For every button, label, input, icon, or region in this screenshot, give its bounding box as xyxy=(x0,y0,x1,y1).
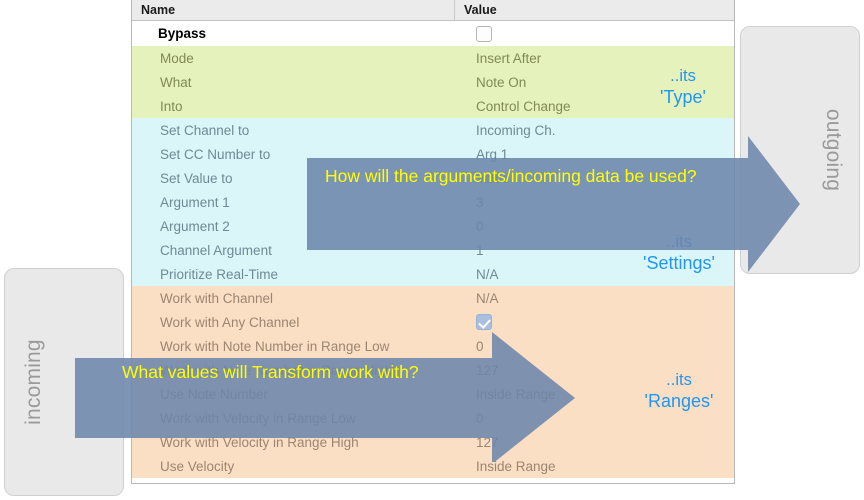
table-row[interactable]: Work with Velocity in Range High 127 xyxy=(132,430,734,454)
row-name: Use Note Number xyxy=(160,386,269,402)
table-row[interactable]: Work with Note Number in Range Low 0 xyxy=(132,334,734,358)
row-value[interactable]: N/A xyxy=(454,267,734,282)
screenshot-root: incoming outgoing Name Value Bypass Mode I… xyxy=(0,0,864,500)
row-name: Mode xyxy=(160,50,194,66)
row-value[interactable]: 1 xyxy=(454,243,734,258)
incoming-panel: incoming xyxy=(4,268,124,496)
row-value[interactable]: Note On xyxy=(454,75,734,90)
table-row[interactable]: Bypass xyxy=(132,21,734,46)
row-name: Argument 1 xyxy=(160,194,230,210)
row-name: Channel Argument xyxy=(160,242,272,258)
row-value[interactable]: 0 xyxy=(454,219,734,234)
column-header-value[interactable]: Value xyxy=(454,0,734,20)
table-row[interactable]: Work with Any Channel xyxy=(132,310,734,334)
table-row[interactable]: Prioritize Real-Time N/A xyxy=(132,262,734,286)
table-row[interactable]: What Note On xyxy=(132,70,734,94)
row-name: Use Velocity xyxy=(160,458,235,474)
row-name: Work with Note Number in Range High xyxy=(160,362,393,378)
table-body: Bypass Mode Insert After What Note On Into Con… xyxy=(132,21,734,478)
row-name: Prioritize Real-Time xyxy=(160,266,279,282)
row-name: Work with Any Channel xyxy=(160,314,300,330)
checkbox-checked-icon[interactable] xyxy=(476,314,492,331)
row-value[interactable]: 127 xyxy=(454,435,734,450)
table-row[interactable]: Channel Argument 1 xyxy=(132,238,734,262)
row-value[interactable]: Arg 1 xyxy=(454,147,734,162)
row-name: Argument 2 xyxy=(160,218,230,234)
parameter-table[interactable]: Name Value Bypass Mode Insert After What Not… xyxy=(131,0,735,484)
row-value[interactable]: Inside Range xyxy=(454,459,734,474)
incoming-panel-label: incoming xyxy=(22,339,45,425)
row-value[interactable]: 3 xyxy=(454,195,734,210)
row-name: Set Value to xyxy=(160,170,233,186)
row-name: Work with Velocity in Range High xyxy=(160,434,359,450)
table-row[interactable]: Work with Velocity in Range Low 0 xyxy=(132,406,734,430)
row-name: Set Channel to xyxy=(160,122,250,138)
table-row[interactable]: Into Control Change xyxy=(132,94,734,118)
table-row[interactable]: Argument 2 0 xyxy=(132,214,734,238)
column-header-name[interactable]: Name xyxy=(132,3,454,17)
row-name: Work with Channel xyxy=(160,290,274,306)
table-row[interactable]: Use Note Number Inside Range xyxy=(132,382,734,406)
checkbox-unchecked-icon[interactable] xyxy=(476,25,492,42)
table-row[interactable]: Mode Insert After xyxy=(132,46,734,70)
row-value[interactable] xyxy=(454,25,734,42)
row-value[interactable]: 0 xyxy=(454,339,734,354)
outgoing-panel: outgoing xyxy=(740,26,860,274)
row-name: Bypass xyxy=(158,26,207,41)
row-value[interactable]: Incoming Ch. xyxy=(454,123,734,138)
table-row[interactable]: Argument 1 3 xyxy=(132,190,734,214)
outgoing-panel-label: outgoing xyxy=(822,108,845,192)
table-row[interactable]: Use Velocity Inside Range xyxy=(132,454,734,478)
row-value[interactable]: 0 xyxy=(454,411,734,426)
table-row[interactable]: Set CC Number to Arg 1 xyxy=(132,142,734,166)
row-name: Into xyxy=(160,98,183,114)
row-name: Set CC Number to xyxy=(160,146,271,162)
row-value[interactable]: Control Change xyxy=(454,99,734,114)
table-row[interactable]: Set Value to Value xyxy=(132,166,734,190)
row-value[interactable]: Insert After xyxy=(454,51,734,66)
table-header: Name Value xyxy=(132,0,734,21)
table-row[interactable]: Work with Channel N/A xyxy=(132,286,734,310)
table-row[interactable]: Work with Note Number in Range High 127 xyxy=(132,358,734,382)
row-value[interactable]: Value xyxy=(454,171,734,186)
row-name: Work with Velocity in Range Low xyxy=(160,410,356,426)
row-name: Work with Note Number in Range Low xyxy=(160,338,390,354)
table-row[interactable]: Set Channel to Incoming Ch. xyxy=(132,118,734,142)
row-value[interactable] xyxy=(454,314,734,331)
row-value[interactable]: 127 xyxy=(454,363,734,378)
row-name: What xyxy=(160,74,192,90)
row-value[interactable]: Inside Range xyxy=(454,387,734,402)
row-value[interactable]: N/A xyxy=(454,291,734,306)
